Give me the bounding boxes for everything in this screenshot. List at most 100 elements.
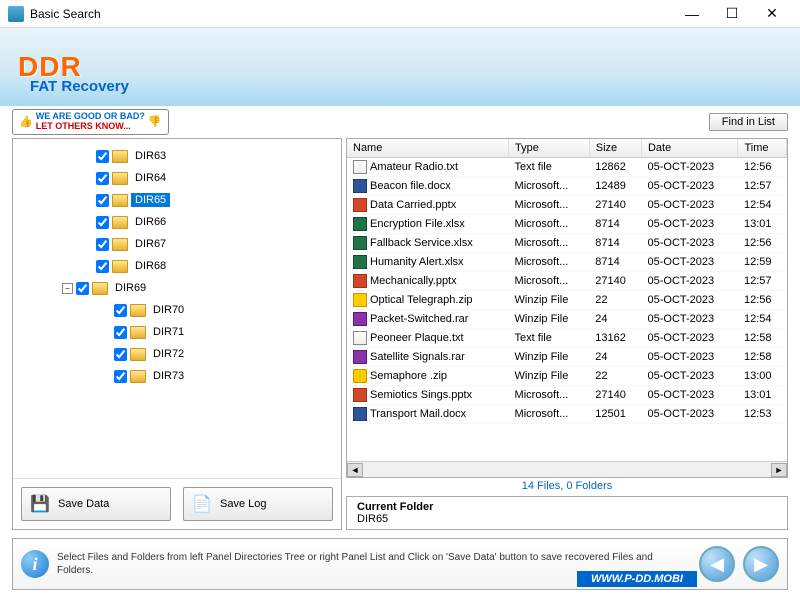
tree-label: DIR65 <box>131 193 170 207</box>
tree-checkbox[interactable] <box>96 172 109 185</box>
find-in-list-button[interactable]: Find in List <box>709 113 788 131</box>
column-header[interactable]: Date <box>641 139 737 158</box>
tree-item[interactable]: DIR71 <box>17 321 337 343</box>
next-button[interactable]: ▶ <box>743 546 779 582</box>
url-badge: WWW.P-DD.MOBI <box>577 571 697 587</box>
column-header[interactable]: Time <box>738 139 787 158</box>
file-type: Winzip File <box>509 310 590 329</box>
file-row[interactable]: Mechanically.pptxMicrosoft...2714005-OCT… <box>347 272 787 291</box>
main-area: DIR63DIR64DIR65DIR66DIR67DIR68−DIR69DIR7… <box>0 138 800 534</box>
prev-button[interactable]: ◀ <box>699 546 735 582</box>
tree-checkbox[interactable] <box>114 326 127 339</box>
file-time: 12:54 <box>738 196 787 215</box>
tree-checkbox[interactable] <box>114 348 127 361</box>
column-header[interactable]: Size <box>589 139 641 158</box>
file-icon <box>353 236 367 250</box>
save-log-button[interactable]: 📄 Save Log <box>183 487 333 521</box>
file-date: 05-OCT-2023 <box>641 253 737 272</box>
file-row[interactable]: Semiotics Sings.pptxMicrosoft...2714005-… <box>347 386 787 405</box>
file-type: Microsoft... <box>509 177 590 196</box>
column-header[interactable]: Name <box>347 139 509 158</box>
file-icon <box>353 198 367 212</box>
tree-checkbox[interactable] <box>114 370 127 383</box>
feedback-badge[interactable]: 👍 WE ARE GOOD OR BAD? LET OTHERS KNOW...… <box>12 109 169 135</box>
minimize-button[interactable]: — <box>672 0 712 28</box>
file-date: 05-OCT-2023 <box>641 310 737 329</box>
tree-checkbox[interactable] <box>76 282 89 295</box>
tree-checkbox[interactable] <box>96 238 109 251</box>
tree-buttons: 💾 Save Data 📄 Save Log <box>13 478 341 529</box>
file-row[interactable]: Packet-Switched.rarWinzip File2405-OCT-2… <box>347 310 787 329</box>
file-name: Amateur Radio.txt <box>370 161 458 173</box>
tree-item[interactable]: DIR67 <box>17 233 337 255</box>
save-data-label: Save Data <box>58 498 109 510</box>
directory-tree[interactable]: DIR63DIR64DIR65DIR66DIR67DIR68−DIR69DIR7… <box>13 139 341 478</box>
file-row[interactable]: Satellite Signals.rarWinzip File2405-OCT… <box>347 348 787 367</box>
file-row[interactable]: Optical Telegraph.zipWinzip File2205-OCT… <box>347 291 787 310</box>
tree-checkbox[interactable] <box>96 150 109 163</box>
file-row[interactable]: Peoneer Plaque.txtText file1316205-OCT-2… <box>347 329 787 348</box>
file-date: 05-OCT-2023 <box>641 272 737 291</box>
scroll-right-button[interactable]: ► <box>771 463 787 477</box>
folder-icon <box>130 326 146 339</box>
file-name: Mechanically.pptx <box>370 275 457 287</box>
file-icon <box>353 369 367 383</box>
tree-checkbox[interactable] <box>114 304 127 317</box>
tree-checkbox[interactable] <box>96 194 109 207</box>
folder-icon <box>112 172 128 185</box>
banner: DDR FAT Recovery <box>0 28 800 106</box>
scroll-left-button[interactable]: ◄ <box>347 463 363 477</box>
horizontal-scrollbar[interactable]: ◄ ► <box>347 461 787 477</box>
folder-icon <box>130 348 146 361</box>
thumbs-down-icon: 👎 <box>148 116 162 128</box>
tree-item[interactable]: DIR73 <box>17 365 337 387</box>
file-size: 27140 <box>589 272 641 291</box>
file-name: Data Carried.pptx <box>370 199 456 211</box>
tree-item[interactable]: DIR65 <box>17 189 337 211</box>
tree-checkbox[interactable] <box>96 260 109 273</box>
save-log-label: Save Log <box>220 498 266 510</box>
tree-item[interactable]: DIR72 <box>17 343 337 365</box>
file-date: 05-OCT-2023 <box>641 291 737 310</box>
file-name: Satellite Signals.rar <box>370 351 465 363</box>
tree-item[interactable]: DIR64 <box>17 167 337 189</box>
file-type: Microsoft... <box>509 405 590 424</box>
file-row[interactable]: Amateur Radio.txtText file1286205-OCT-20… <box>347 158 787 177</box>
tree-item[interactable]: DIR70 <box>17 299 337 321</box>
tree-item[interactable]: DIR68 <box>17 255 337 277</box>
file-row[interactable]: Data Carried.pptxMicrosoft...2714005-OCT… <box>347 196 787 215</box>
tree-label: DIR63 <box>131 149 170 163</box>
file-row[interactable]: Beacon file.docxMicrosoft...1248905-OCT-… <box>347 177 787 196</box>
titlebar: Basic Search — ☐ ✕ <box>0 0 800 28</box>
close-button[interactable]: ✕ <box>752 0 792 28</box>
tree-item[interactable]: DIR66 <box>17 211 337 233</box>
file-row[interactable]: Fallback Service.xlsxMicrosoft...871405-… <box>347 234 787 253</box>
file-time: 13:01 <box>738 215 787 234</box>
save-data-button[interactable]: 💾 Save Data <box>21 487 171 521</box>
file-row[interactable]: Encryption File.xlsxMicrosoft...871405-O… <box>347 215 787 234</box>
tree-item[interactable]: DIR63 <box>17 145 337 167</box>
file-date: 05-OCT-2023 <box>641 177 737 196</box>
column-header[interactable]: Type <box>509 139 590 158</box>
file-icon <box>353 350 367 364</box>
file-name: Semiotics Sings.pptx <box>370 389 472 401</box>
thumbs-up-icon: 👍 <box>19 116 33 128</box>
tree-item[interactable]: −DIR69 <box>17 277 337 299</box>
file-name: Peoneer Plaque.txt <box>370 332 464 344</box>
file-row[interactable]: Humanity Alert.xlsxMicrosoft...871405-OC… <box>347 253 787 272</box>
file-list[interactable]: NameTypeSizeDateTime Amateur Radio.txtTe… <box>347 139 787 461</box>
maximize-button[interactable]: ☐ <box>712 0 752 28</box>
tree-checkbox[interactable] <box>96 216 109 229</box>
file-row[interactable]: Semaphore .zipWinzip File2205-OCT-202313… <box>347 367 787 386</box>
file-date: 05-OCT-2023 <box>641 405 737 424</box>
expand-toggle[interactable]: − <box>62 283 73 294</box>
file-name: Packet-Switched.rar <box>370 313 468 325</box>
file-date: 05-OCT-2023 <box>641 158 737 177</box>
file-time: 12:58 <box>738 348 787 367</box>
file-time: 12:57 <box>738 272 787 291</box>
file-date: 05-OCT-2023 <box>641 386 737 405</box>
file-date: 05-OCT-2023 <box>641 329 737 348</box>
file-time: 13:01 <box>738 386 787 405</box>
file-size: 12862 <box>589 158 641 177</box>
file-row[interactable]: Transport Mail.docxMicrosoft...1250105-O… <box>347 405 787 424</box>
